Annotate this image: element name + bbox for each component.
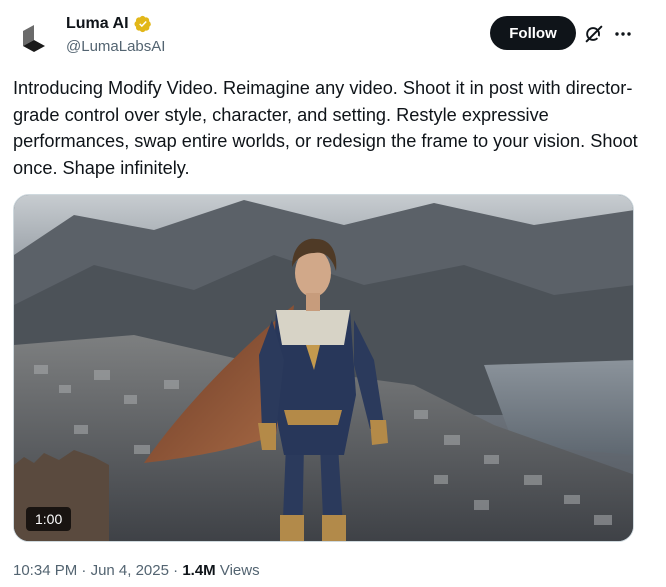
- avatar[interactable]: [14, 18, 54, 58]
- author-name-row: Luma AI: [66, 15, 152, 33]
- grok-icon[interactable]: [583, 23, 605, 45]
- tweet-text: Introducing Modify Video. Reimagine any …: [13, 78, 643, 178]
- meta-separator: ·: [81, 562, 87, 579]
- author-handle[interactable]: @LumaLabsAI: [66, 38, 165, 55]
- video-player[interactable]: 1:00: [13, 194, 634, 542]
- verified-badge-icon[interactable]: [134, 15, 152, 33]
- author-display-name[interactable]: Luma AI: [66, 15, 129, 33]
- video-thumbnail: [14, 195, 633, 541]
- luma-logo-icon: [23, 25, 45, 52]
- tweet-header: Luma AI @LumaLabsAI Follow: [0, 0, 666, 70]
- tweet-time[interactable]: 10:34 PM: [13, 562, 77, 579]
- follow-button[interactable]: Follow: [490, 16, 576, 50]
- more-options-icon[interactable]: [612, 23, 634, 45]
- tweet-meta: 10:34 PM · Jun 4, 2025 · 1.4M Views: [13, 562, 260, 579]
- meta-separator-2: ·: [173, 562, 179, 579]
- video-duration-badge: 1:00: [26, 507, 72, 531]
- views-label: Views: [219, 562, 260, 579]
- views-count[interactable]: 1.4M: [182, 562, 215, 579]
- tweet-date[interactable]: Jun 4, 2025: [91, 562, 169, 579]
